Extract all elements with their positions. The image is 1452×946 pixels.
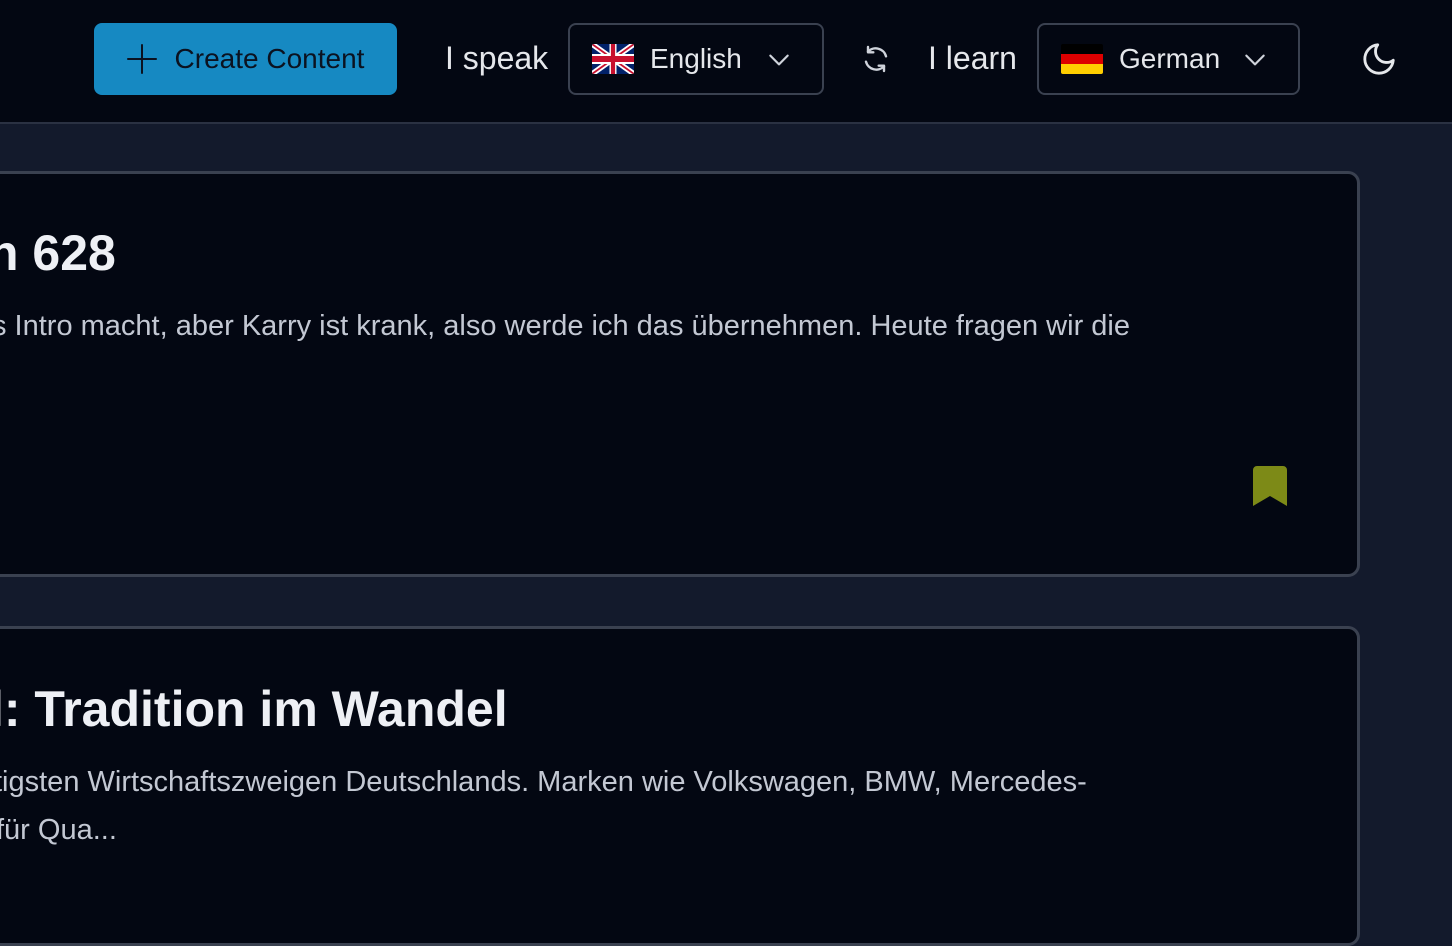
card-description: s Intro macht, aber Karry ist krank, als… [0, 310, 1130, 342]
chevron-down-icon [1245, 54, 1265, 66]
plus-icon [126, 44, 157, 74]
top-bar: Create Content I speak English I learn G… [0, 0, 1452, 124]
card-title[interactable]: l: Tradition im Wandel [0, 680, 508, 738]
target-language-select[interactable]: German [1037, 23, 1300, 95]
target-language-value: German [1119, 43, 1221, 74]
germany-flag-icon [1061, 44, 1103, 74]
content-card[interactable] [0, 171, 1360, 577]
uk-flag-icon [592, 44, 634, 74]
card-title[interactable]: n 628 [0, 224, 116, 282]
i-learn-label: I learn [928, 40, 1017, 76]
create-content-button[interactable]: Create Content [94, 23, 397, 95]
swap-languages-icon[interactable] [860, 43, 892, 75]
moon-icon[interactable] [1360, 40, 1398, 78]
i-speak-label: I speak [445, 40, 549, 76]
card-description-line-1: tigsten Wirtschaftszweigen Deutschlands.… [0, 766, 1087, 798]
create-content-label: Create Content [174, 43, 365, 74]
native-language-select[interactable]: English [568, 23, 824, 95]
bookmark-icon[interactable] [1253, 466, 1287, 506]
native-language-value: English [650, 43, 742, 74]
card-description-line-2: für Qua... [0, 814, 117, 846]
chevron-down-icon [769, 54, 789, 66]
